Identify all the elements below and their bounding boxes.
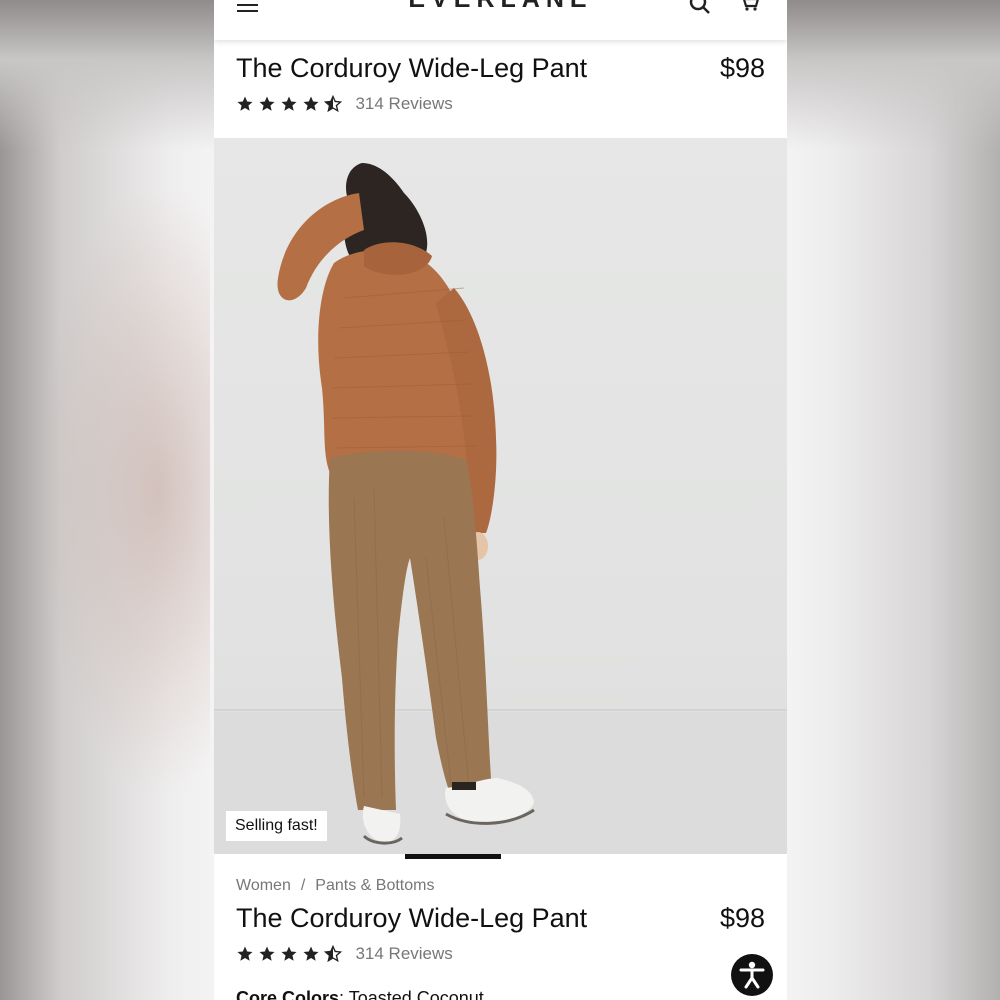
selling-fast-badge: Selling fast! xyxy=(226,811,327,841)
product-image[interactable]: Selling fast! xyxy=(214,138,787,854)
accessibility-button[interactable] xyxy=(731,954,773,996)
core-colors-separator: : xyxy=(339,988,349,1000)
product-price: $98 xyxy=(719,903,765,933)
star-icon xyxy=(259,946,275,961)
reviews-count[interactable]: 314 Reviews xyxy=(355,94,452,114)
star-icon xyxy=(259,96,275,111)
core-colors-value: Toasted Coconut xyxy=(348,988,484,1000)
core-colors-label: Core Colors xyxy=(236,988,340,1000)
search-icon[interactable] xyxy=(688,0,712,16)
star-icon xyxy=(281,946,297,961)
product-title: The Corduroy Wide-Leg Pant xyxy=(236,53,588,83)
product-price: $98 xyxy=(719,53,765,83)
breadcrumb: Women / Pants & Bottoms xyxy=(236,877,434,895)
star-icon xyxy=(303,96,319,111)
model-illustration xyxy=(214,163,787,854)
rating-main[interactable]: 314 Reviews xyxy=(236,944,453,966)
product-header-top: The Corduroy Wide-Leg Pant $98 xyxy=(236,53,765,84)
product-header-main: The Corduroy Wide-Leg Pant $98 xyxy=(236,903,765,934)
star-icon xyxy=(281,96,297,111)
cart-icon[interactable] xyxy=(738,0,762,16)
top-navigation-bar: EVERLANE xyxy=(214,0,787,40)
star-icon xyxy=(237,946,253,961)
rating-top[interactable]: 314 Reviews xyxy=(236,94,453,116)
gallery-progress-indicator xyxy=(405,854,501,859)
breadcrumb-separator: / xyxy=(300,877,306,894)
star-icon xyxy=(303,946,319,961)
breadcrumb-pants-bottoms[interactable]: Pants & Bottoms xyxy=(315,877,434,894)
background-glow xyxy=(40,180,210,800)
breadcrumb-women[interactable]: Women xyxy=(236,877,291,894)
core-colors-line: Core Colors: Toasted Coconut xyxy=(236,988,484,1000)
half-star-icon xyxy=(324,945,342,963)
product-page: EVERLANE The Corduroy Wide-Leg Pant $98 … xyxy=(214,0,787,1000)
accessibility-icon xyxy=(739,961,765,989)
star-icon xyxy=(237,96,253,111)
product-title: The Corduroy Wide-Leg Pant xyxy=(236,903,588,933)
reviews-count[interactable]: 314 Reviews xyxy=(355,944,452,964)
half-star-icon xyxy=(324,95,342,113)
